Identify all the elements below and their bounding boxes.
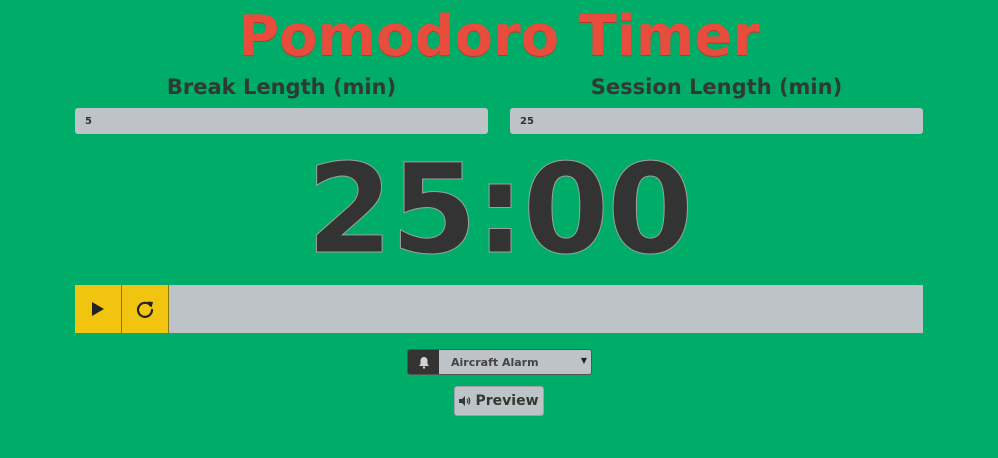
alarm-sound-select[interactable]: Aircraft Alarm ▼: [407, 349, 592, 375]
play-icon: [92, 302, 104, 316]
bell-icon: [418, 356, 429, 369]
timer-progress-bar: [75, 285, 923, 333]
play-button[interactable]: [75, 285, 122, 333]
session-length-label: Session Length (min): [590, 75, 843, 99]
break-length-input[interactable]: [75, 108, 488, 134]
alarm-select-body[interactable]: Aircraft Alarm ▼: [439, 350, 591, 374]
page-title: Pomodoro Timer: [238, 4, 760, 69]
preview-button[interactable]: Preview: [454, 386, 544, 416]
alarm-selected-value: Aircraft Alarm: [451, 355, 539, 369]
speaker-icon: [459, 396, 471, 406]
session-length-input[interactable]: [510, 108, 923, 134]
session-length-group: Session Length (min): [510, 72, 923, 134]
timer-display: 25:00: [306, 138, 694, 282]
reset-icon: [136, 301, 154, 318]
bell-icon-box: [408, 350, 439, 374]
progress-track: [169, 285, 923, 333]
dropdown-arrow-icon: ▼: [580, 356, 587, 365]
break-length-label: Break Length (min): [166, 75, 397, 99]
preview-label: Preview: [475, 393, 539, 409]
reset-button[interactable]: [122, 285, 169, 333]
break-length-group: Break Length (min): [75, 72, 488, 134]
